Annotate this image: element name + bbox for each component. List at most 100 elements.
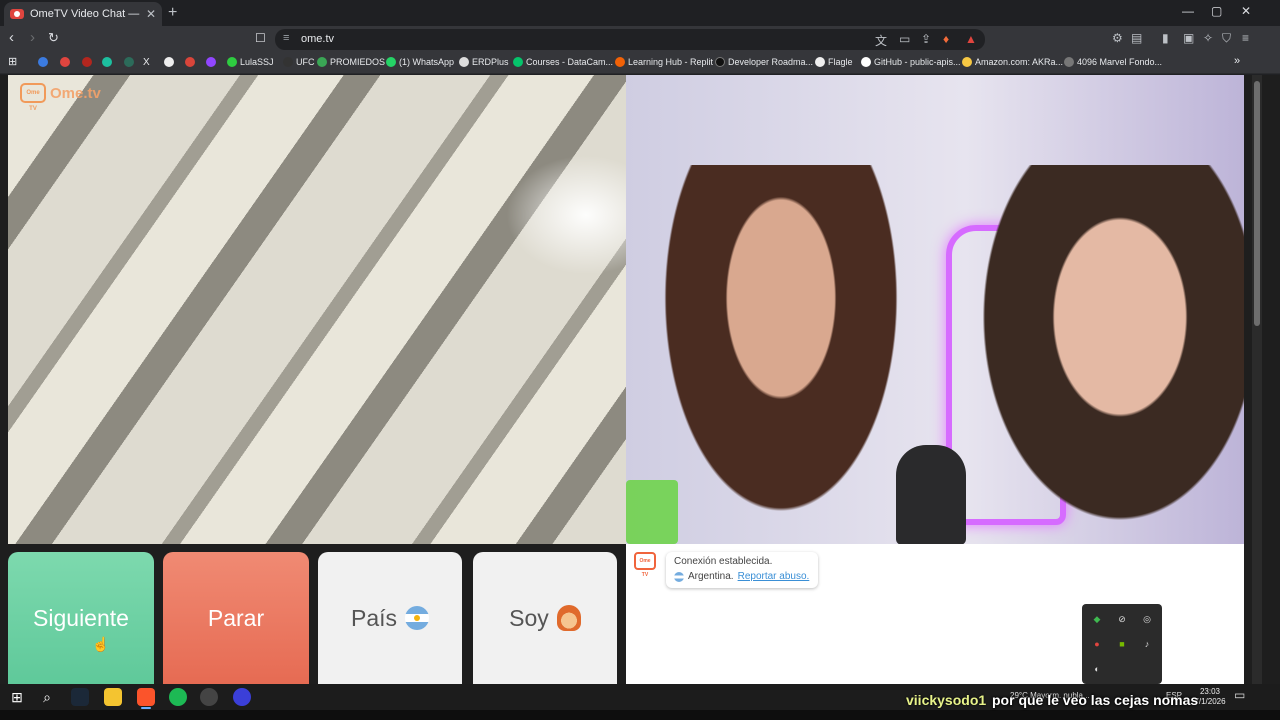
forward-arrow-icon[interactable]: › (30, 30, 35, 46)
tray-app-icon-5[interactable]: ◐ (1090, 662, 1104, 676)
bookmark-icon-3[interactable] (82, 57, 92, 67)
reading-list-icon[interactable]: ▤ (1131, 31, 1142, 45)
argentina-flag-icon (405, 606, 430, 630)
bookmark-datacamp[interactable]: Courses - DataCam... (513, 57, 613, 67)
app-icon[interactable] (200, 688, 218, 706)
remote-stranger-video (626, 75, 1244, 544)
ometv-logo-icon: Ome TV (20, 83, 46, 112)
x-twitter-icon[interactable]: X (143, 57, 150, 68)
tab-close-icon[interactable]: ✕ (146, 7, 156, 21)
green-cup (626, 480, 678, 544)
next-button-label: Siguiente (33, 604, 129, 631)
brave-shields-icon[interactable]: ♦ (943, 32, 949, 46)
clock-time: 23:03 (1199, 687, 1221, 696)
gmail-icon[interactable] (185, 57, 195, 67)
youtube-favicon-icon (10, 9, 24, 19)
country-name: Argentina. (688, 571, 734, 582)
github-icon (861, 57, 871, 67)
share-icon[interactable]: ⇪ (921, 32, 931, 46)
bookmark-favicon-icon (386, 57, 396, 67)
mouse-pointer-icon: ☝ (92, 636, 110, 652)
cast-icon[interactable]: ▭ (899, 32, 910, 46)
minimize-button[interactable]: — (1182, 4, 1194, 18)
bookmark-favicon-icon (459, 57, 469, 67)
file-explorer-icon[interactable] (104, 688, 122, 706)
apps-grid-icon[interactable]: ⊞ (8, 55, 17, 68)
close-window-button[interactable]: ✕ (1241, 4, 1251, 18)
report-abuse-link[interactable]: Reportar abuso. (738, 571, 810, 582)
bookmark-icon-5[interactable] (124, 57, 134, 67)
gender-selector-button[interactable]: Soy (473, 552, 617, 684)
country-selector-button[interactable]: País (318, 552, 462, 684)
person-right (966, 165, 1244, 544)
bookmark-github[interactable]: GitHub - public-apis... (861, 57, 961, 67)
app-icon-2[interactable] (233, 688, 251, 706)
hidden-tray-icons-popup: ◆ ⊘ ◎ ● ■ ♪ ◐ (1082, 604, 1162, 684)
search-icon[interactable]: ⌕ (38, 688, 56, 706)
back-arrow-icon[interactable]: ‹ (9, 30, 14, 46)
bookmark-promiedos[interactable]: PROMIEDOS (317, 57, 385, 67)
leo-ai-icon[interactable]: ✧ (1203, 31, 1213, 45)
bookmark-amazon[interactable]: Amazon.com: AKRa... (962, 57, 1063, 67)
browser-toolbar: ‹ › ↻ ☐ ≡ ome.tv 文 ▭ ⇪ ♦ ▲ ⚙ ▤ ▮ ▣ ✧ ⛉ ≡ (0, 26, 1280, 52)
brave-browser-icon[interactable] (137, 688, 155, 709)
bookmark-ufc[interactable]: UFC (283, 57, 315, 67)
scrollbar-thumb[interactable] (1254, 81, 1260, 326)
menu-icon[interactable]: ≡ (1242, 31, 1249, 45)
wallet-icon[interactable]: ▣ (1183, 31, 1194, 45)
nvidia-icon[interactable]: ■ (1115, 637, 1129, 651)
bookmark-icon-6[interactable] (164, 57, 174, 67)
tray-app-icon-2[interactable]: ⊘ (1115, 612, 1129, 626)
notifications-icon[interactable]: ▭ (1234, 688, 1245, 702)
gender-button-label: Soy (509, 604, 549, 631)
bookmark-favicon-icon (1064, 57, 1074, 67)
system-message: Conexión establecida. Argentina. Reporta… (666, 552, 818, 588)
connection-status: Conexión establecida. (674, 556, 773, 567)
tray-app-icon-4[interactable]: ● (1090, 637, 1104, 651)
address-bar[interactable]: ≡ ome.tv 文 ▭ ⇪ ♦ ▲ (275, 29, 985, 50)
windows-start-icon[interactable]: ⊞ (8, 688, 26, 706)
clock[interactable]: 23:03 7/1/2026 (1194, 687, 1226, 707)
extensions-icon[interactable]: ⚙ (1112, 31, 1123, 45)
stop-button[interactable]: Parar (163, 552, 309, 684)
new-tab-button[interactable]: + (168, 4, 177, 22)
browser-tab-ometv[interactable]: OmeTV Video Chat — Omegle ✕ (4, 2, 162, 26)
bookmark-erdplus[interactable]: ERDPlus (459, 57, 509, 67)
reload-icon[interactable]: ↻ (48, 30, 59, 46)
next-button[interactable]: Siguiente (8, 552, 154, 684)
bookmark-icon-2[interactable] (60, 57, 70, 67)
steam-icon[interactable] (71, 688, 89, 706)
ometv-logo[interactable]: Ome TV Ome.tv (20, 83, 101, 112)
clock-date: 7/1/2026 (1194, 697, 1226, 706)
bookmark-flagle[interactable]: Flagle (815, 57, 853, 67)
bookmark-favicon-icon (317, 57, 327, 67)
bookmark-favicon-icon (815, 57, 825, 67)
maximize-button[interactable]: ▢ (1211, 4, 1222, 18)
bookmark-favicon-icon (283, 57, 293, 67)
person-left (646, 165, 916, 544)
browser-tab-strip: OmeTV Video Chat — Omegle ✕ + — ▢ ✕ (0, 0, 1280, 26)
spotify-icon[interactable] (169, 688, 187, 706)
tray-app-icon-1[interactable]: ◆ (1090, 612, 1104, 626)
local-camera-video: Ome TV Ome.tv (8, 75, 626, 544)
stop-button-label: Parar (207, 604, 265, 631)
vpn-icon[interactable]: ⛉ (1222, 31, 1231, 46)
page-scrollbar[interactable] (1252, 75, 1262, 684)
site-info-icon[interactable]: ≡ (283, 32, 289, 44)
bookmarks-overflow-icon[interactable]: » (1234, 55, 1240, 67)
tray-app-icon-3[interactable]: ◎ (1140, 612, 1154, 626)
bookmark-icon[interactable]: ☐ (255, 30, 266, 46)
bookmark-icon-1[interactable] (38, 57, 48, 67)
bookmark-favicon-icon (715, 57, 725, 67)
bookmark-whatsapp[interactable]: (1) WhatsApp (386, 57, 454, 67)
twitch-icon[interactable] (206, 57, 216, 67)
sidebar-icon[interactable]: ▮ (1162, 31, 1169, 45)
translate-icon[interactable]: 文 (875, 32, 887, 49)
bookmark-icon-4[interactable] (102, 57, 112, 67)
brave-rewards-icon[interactable]: ▲ (965, 32, 977, 46)
bookmark-lulassj[interactable]: LulaSSJ (227, 57, 274, 67)
bookmark-replit[interactable]: Learning Hub - Replit (615, 57, 713, 67)
bookmark-marvel[interactable]: 4096 Marvel Fondo... (1064, 57, 1162, 67)
bookmark-roadmap[interactable]: Developer Roadma... (715, 57, 813, 67)
microphone-icon[interactable]: ♪ (1140, 637, 1154, 651)
